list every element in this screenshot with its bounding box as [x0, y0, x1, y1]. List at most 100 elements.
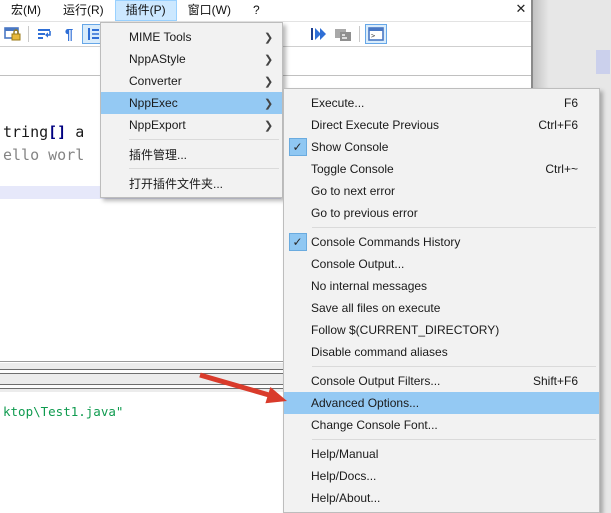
- show-console-button[interactable]: >: [365, 24, 387, 44]
- nppexec-menu-item-go-to-next-error[interactable]: Go to next error: [284, 180, 599, 202]
- nppexec-menu-item-execute[interactable]: Execute... F6: [284, 92, 599, 114]
- word-wrap-button[interactable]: [34, 24, 56, 44]
- menu-item-shortcut: Shift+F6: [532, 374, 578, 388]
- empty-icon-cell: [284, 92, 311, 114]
- menu-item-label: No internal messages: [311, 279, 428, 293]
- window-lock-button[interactable]: [1, 24, 23, 44]
- editor-code-line: ello worl: [3, 146, 84, 164]
- nppexec-menu-item-save-all-files-on-execute[interactable]: Save all files on execute: [284, 297, 599, 319]
- menu-item-shortcut: F6: [563, 96, 578, 110]
- nppexec-menu-item-help-manual[interactable]: Help/Manual: [284, 443, 599, 465]
- code-segment: a: [66, 123, 85, 141]
- svg-text:>: >: [371, 32, 375, 40]
- nppexec-menu-item-advanced-options[interactable]: Advanced Options...: [284, 392, 599, 414]
- code-segment: []: [48, 123, 67, 141]
- menu-item-label: Advanced Options...: [311, 396, 420, 410]
- nppexec-menu-item-toggle-console[interactable]: Toggle Console Ctrl+~: [284, 158, 599, 180]
- menubar-item-macro[interactable]: 宏(M): [0, 0, 52, 21]
- nppexec-menu-item-show-console[interactable]: ✓ Show Console: [284, 136, 599, 158]
- menu-separator: [312, 227, 596, 228]
- pilcrow-icon: ¶: [64, 25, 74, 43]
- empty-icon-cell: [284, 297, 311, 319]
- menu-item-label: Help/Docs...: [311, 469, 377, 483]
- submenu-arrow-icon: ❯: [264, 53, 274, 66]
- menu-item-label: Save all files on execute: [311, 301, 441, 315]
- toolbar-separator: [28, 26, 29, 42]
- menubar-item-run[interactable]: 运行(R): [52, 0, 115, 21]
- menu-item-label: Disable command aliases: [311, 345, 448, 359]
- code-segment: tring: [3, 123, 49, 141]
- menu-item-label: Console Commands History: [311, 235, 461, 249]
- menu-item-label: Go to previous error: [311, 206, 418, 220]
- menu-item-label: Help/Manual: [311, 447, 379, 461]
- menu-item-shortcut: Ctrl+~: [545, 162, 578, 176]
- nppexec-menu-item-console-output[interactable]: Console Output...: [284, 253, 599, 275]
- plugin-menu-item-mime-tools[interactable]: MIME Tools ❯: [101, 26, 282, 48]
- plugin-menu-item-nppexec[interactable]: NppExec ❯: [101, 92, 282, 114]
- code-segment: ello worl: [3, 146, 85, 164]
- menu-item-label: 插件管理...: [129, 147, 188, 162]
- nppexec-menu-item-console-commands-history[interactable]: ✓ Console Commands History: [284, 231, 599, 253]
- empty-icon-cell: [284, 253, 311, 275]
- nppexec-menu-item-follow-current-directory[interactable]: Follow $(CURRENT_DIRECTORY): [284, 319, 599, 341]
- checkmark-cell: ✓: [284, 231, 311, 253]
- menu-separator: [312, 366, 596, 367]
- nppexec-menu-item-change-console-font[interactable]: Change Console Font...: [284, 414, 599, 436]
- nppexec-menu-item-direct-execute-previous[interactable]: Direct Execute Previous Ctrl+F6: [284, 114, 599, 136]
- console-window-icon: >: [368, 27, 384, 41]
- nppexec-menu-item-console-output-filters[interactable]: Console Output Filters... Shift+F6: [284, 370, 599, 392]
- dock-panel-button[interactable]: [332, 24, 354, 44]
- empty-icon-cell: [284, 465, 311, 487]
- menu-item-label: NppAStyle: [129, 52, 186, 66]
- plugin-menu-item-nppastyle[interactable]: NppAStyle ❯: [101, 48, 282, 70]
- close-button[interactable]: ✕: [509, 0, 533, 18]
- plugin-menu-item-open-plugins-folder[interactable]: 打开插件文件夹...: [101, 172, 282, 194]
- fast-forward-icon: [311, 28, 326, 40]
- editor-code-line: tring[] a: [3, 123, 84, 141]
- nppexec-menu-item-help-docs[interactable]: Help/Docs...: [284, 465, 599, 487]
- run-previous-button[interactable]: [308, 24, 330, 44]
- menu-item-label: Direct Execute Previous: [311, 118, 440, 132]
- empty-icon-cell: [284, 487, 311, 509]
- menubar-item-window[interactable]: 窗口(W): [177, 0, 242, 21]
- checkmark-cell: ✓: [284, 136, 311, 158]
- menu-separator: [312, 439, 596, 440]
- menubar-item-plugins[interactable]: 插件(P): [114, 0, 177, 21]
- menubar-item-help[interactable]: ?: [242, 0, 271, 21]
- plugin-menu: MIME Tools ❯ NppAStyle ❯ Converter ❯ NppExec ❯ N…: [100, 22, 283, 198]
- menu-item-shortcut: Ctrl+F6: [538, 118, 578, 132]
- menu-separator: [129, 139, 279, 140]
- empty-icon-cell: [284, 443, 311, 465]
- empty-icon-cell: [284, 319, 311, 341]
- menu-separator: [129, 168, 279, 169]
- console-output-line: ktop\Test1.java": [3, 404, 124, 419]
- nppexec-menu-item-go-to-previous-error[interactable]: Go to previous error: [284, 202, 599, 224]
- plugin-menu-item-plugin-admin[interactable]: 插件管理...: [101, 143, 282, 165]
- empty-icon-cell: [284, 341, 311, 363]
- nppexec-menu-item-no-internal-messages[interactable]: No internal messages: [284, 275, 599, 297]
- nppexec-submenu: Execute... F6 Direct Execute Previous Ctrl+…: [283, 88, 600, 513]
- background-window-fragment: [596, 50, 610, 74]
- show-all-characters-button[interactable]: ¶: [58, 24, 80, 44]
- nppexec-menu-item-help-about[interactable]: Help/About...: [284, 487, 599, 509]
- nppexec-menu-item-disable-command-aliases[interactable]: Disable command aliases: [284, 341, 599, 363]
- submenu-arrow-icon: ❯: [264, 119, 274, 132]
- empty-icon-cell: [284, 180, 311, 202]
- submenu-arrow-icon: ❯: [264, 31, 274, 44]
- menu-item-label: NppExec: [129, 96, 178, 110]
- indent-guide-icon: [88, 28, 99, 40]
- empty-icon-cell: [284, 158, 311, 180]
- plugin-menu-item-nppexport[interactable]: NppExport ❯: [101, 114, 282, 136]
- checkmark-icon: ✓: [288, 138, 307, 156]
- annotation-arrow: [199, 372, 287, 404]
- submenu-arrow-icon: ❯: [264, 75, 274, 88]
- menu-item-label: Go to next error: [311, 184, 396, 198]
- toolbar-separator: [359, 26, 360, 42]
- empty-icon-cell: [284, 275, 311, 297]
- empty-icon-cell: [284, 414, 311, 436]
- empty-icon-cell: [284, 202, 311, 224]
- menu-item-label: NppExport: [129, 118, 186, 132]
- plugin-menu-item-converter[interactable]: Converter ❯: [101, 70, 282, 92]
- window-lock-icon: [3, 27, 20, 41]
- menu-item-label: Follow $(CURRENT_DIRECTORY): [311, 323, 500, 337]
